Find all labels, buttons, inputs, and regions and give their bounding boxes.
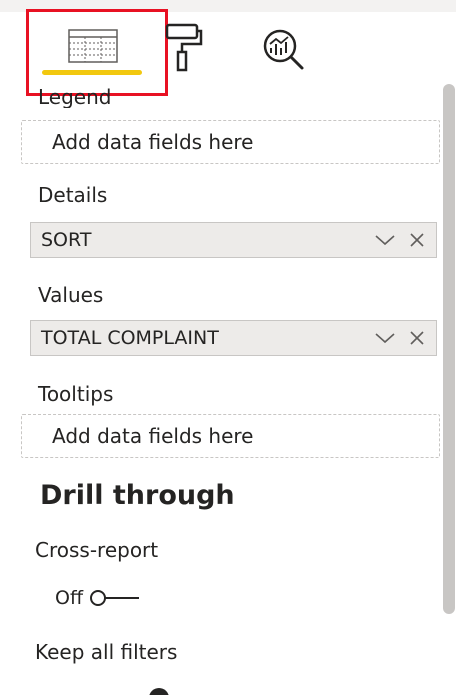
close-icon[interactable] xyxy=(404,227,430,253)
values-field-name: TOTAL COMPLAINT xyxy=(41,327,219,349)
toggle-switch-icon[interactable] xyxy=(55,687,185,695)
chevron-down-icon[interactable] xyxy=(372,325,398,351)
details-field-name: SORT xyxy=(41,229,92,251)
details-label: Details xyxy=(38,183,108,207)
values-label: Values xyxy=(38,283,104,307)
tab-analytics[interactable] xyxy=(254,20,318,76)
tab-fields[interactable] xyxy=(38,14,148,78)
values-field-pill[interactable]: TOTAL COMPLAINT xyxy=(30,320,437,356)
legend-placeholder: Add data fields here xyxy=(52,130,254,154)
paint-roller-icon xyxy=(165,23,203,72)
legend-drop-well[interactable]: Add data fields here xyxy=(21,120,440,164)
tab-format[interactable] xyxy=(158,20,208,76)
active-tab-indicator xyxy=(42,70,142,75)
visualizations-fields-pane: Legend Add data fields here Details SORT… xyxy=(0,0,456,695)
close-icon[interactable] xyxy=(404,325,430,351)
tooltips-drop-well[interactable]: Add data fields here xyxy=(21,414,440,458)
cross-report-label: Cross-report xyxy=(35,538,159,562)
tooltips-label: Tooltips xyxy=(38,382,114,406)
scrollbar-thumb[interactable] xyxy=(443,84,455,614)
details-field-pill[interactable]: SORT xyxy=(30,222,437,258)
fields-grid-icon xyxy=(68,29,118,63)
analytics-magnifier-icon xyxy=(263,29,304,70)
keep-all-filters-label: Keep all filters xyxy=(35,640,178,664)
cross-report-toggle-state: Off xyxy=(55,587,84,609)
keep-all-filters-toggle[interactable] xyxy=(55,684,185,695)
cross-report-toggle[interactable]: Off xyxy=(55,584,141,612)
drill-through-heading: Drill through xyxy=(40,480,235,511)
pane-top-strip xyxy=(0,0,456,12)
tooltips-placeholder: Add data fields here xyxy=(52,424,254,448)
chevron-down-icon[interactable] xyxy=(372,227,398,253)
legend-label: Legend xyxy=(38,85,112,108)
toggle-switch-icon[interactable] xyxy=(89,588,141,608)
